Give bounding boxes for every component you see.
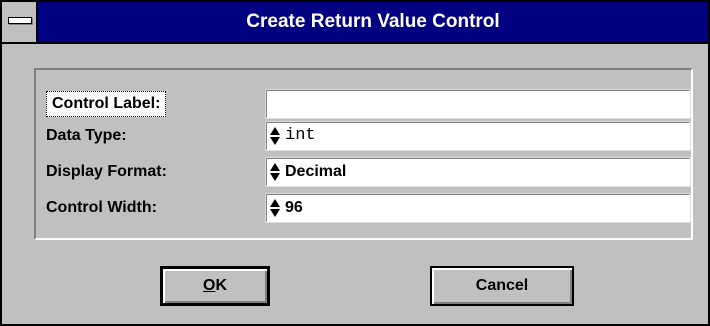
display-format-value: Decimal	[285, 163, 347, 180]
control-label-row: Control Label:	[36, 89, 691, 119]
control-width-spinner[interactable]	[270, 198, 280, 218]
system-menu-bar-icon	[8, 17, 32, 24]
data-type-row: Data Type: int	[36, 121, 691, 151]
spin-up-icon[interactable]	[270, 127, 280, 135]
control-width-value: 96	[285, 199, 303, 216]
control-label-field[interactable]	[265, 89, 691, 119]
display-format-spinner[interactable]	[270, 162, 280, 182]
system-menu-button[interactable]	[2, 2, 38, 42]
spin-down-icon[interactable]	[270, 137, 280, 145]
ok-label-rest: K	[215, 277, 227, 294]
display-format-field[interactable]: Decimal	[265, 157, 691, 187]
control-width-field[interactable]: 96	[265, 193, 691, 223]
ok-mnemonic: O	[202, 277, 216, 294]
title-bar[interactable]: Create Return Value Control	[2, 2, 708, 44]
window-title: Create Return Value Control	[246, 11, 500, 32]
spin-up-icon[interactable]	[270, 163, 280, 171]
display-format-label: Display Format:	[46, 163, 167, 180]
data-type-spinner[interactable]	[270, 126, 280, 146]
data-type-field[interactable]: int	[265, 121, 691, 151]
cancel-button[interactable]: Cancel	[430, 266, 574, 306]
data-type-value: int	[285, 126, 316, 145]
control-width-label: Control Width:	[46, 199, 157, 216]
control-label-label: Control Label:	[46, 91, 167, 117]
spin-up-icon[interactable]	[270, 199, 280, 207]
form-panel: Control Label: Data Type: int Display Fo…	[34, 68, 693, 240]
spin-down-icon[interactable]	[270, 173, 280, 181]
control-label-input[interactable]	[267, 91, 689, 117]
spin-down-icon[interactable]	[270, 209, 280, 217]
data-type-label: Data Type:	[46, 127, 127, 144]
dialog-window: Create Return Value Control Control Labe…	[0, 0, 710, 326]
control-width-row: Control Width: 96	[36, 193, 691, 223]
display-format-row: Display Format: Decimal	[36, 157, 691, 187]
ok-button[interactable]: OK	[160, 266, 270, 306]
